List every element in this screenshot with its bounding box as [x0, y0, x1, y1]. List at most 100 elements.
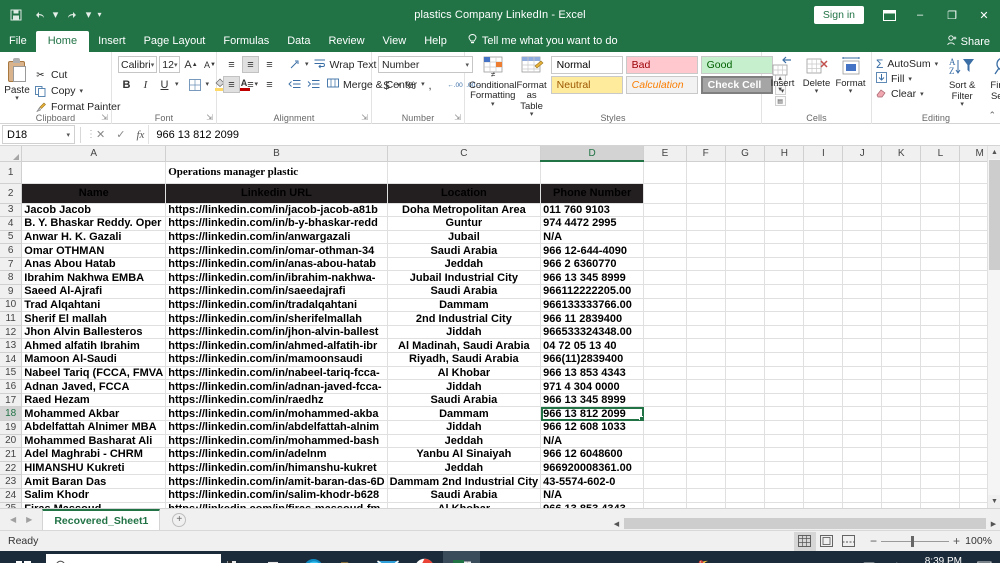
cell-j11[interactable] — [842, 311, 883, 326]
cell-k20[interactable] — [881, 434, 922, 449]
percent-format-button[interactable]: % — [403, 77, 420, 94]
cell-e23[interactable] — [643, 474, 687, 489]
cell-j2[interactable] — [842, 183, 883, 204]
cell-j20[interactable] — [842, 434, 883, 449]
cell-l1[interactable] — [920, 161, 961, 184]
cell-e11[interactable] — [643, 311, 687, 326]
cell-l3[interactable] — [920, 203, 961, 218]
confirm-edit-icon[interactable]: ✓ — [116, 128, 125, 141]
cell-h13[interactable] — [764, 338, 805, 354]
cell-j18[interactable] — [842, 406, 883, 421]
cell-b5[interactable]: https://linkedin.com/in/anwargazali — [165, 230, 388, 245]
align-center-button[interactable]: ≡ — [242, 76, 259, 93]
cell-h24[interactable] — [764, 488, 805, 503]
cell-h23[interactable] — [764, 474, 805, 489]
cell-j9[interactable] — [842, 284, 883, 299]
row-header-16[interactable]: 16 — [0, 379, 23, 394]
cell-g3[interactable] — [725, 203, 766, 218]
cell-a7[interactable]: Anas Abou Hatab — [21, 257, 167, 272]
cell-i9[interactable] — [803, 284, 844, 299]
clipboard-dialog-launcher[interactable]: ⇲ — [101, 113, 108, 122]
cell-g15[interactable] — [725, 366, 766, 381]
format-dropdown-icon[interactable]: ▾ — [849, 88, 853, 95]
cell-h10[interactable] — [764, 298, 805, 313]
cell-a11[interactable]: Sherif El mallah — [21, 311, 167, 326]
vertical-scrollbar[interactable]: ▲ ▼ — [987, 146, 1000, 508]
horizontal-scrollbar[interactable]: ◀ ▶ — [610, 517, 1000, 530]
hscroll-right-icon[interactable]: ▶ — [987, 517, 1000, 530]
redo-dropdown-icon[interactable]: ▾ — [85, 5, 92, 25]
cell-k19[interactable] — [881, 420, 922, 435]
scroll-up-icon[interactable]: ▲ — [988, 146, 1000, 159]
cell-e15[interactable] — [643, 366, 687, 381]
cell-d14[interactable]: 966(11)2839400 — [540, 352, 645, 367]
cell-i24[interactable] — [803, 488, 844, 503]
cell-k3[interactable] — [881, 203, 922, 218]
cell-g23[interactable] — [725, 474, 766, 489]
cell-k17[interactable] — [881, 393, 922, 408]
cell-j10[interactable] — [842, 298, 883, 313]
cell-k22[interactable] — [881, 461, 922, 476]
clear-button[interactable]: Clear ▾ — [876, 87, 938, 101]
cell-h4[interactable] — [764, 216, 805, 231]
row-header-1[interactable]: 1 — [0, 161, 23, 184]
sort-filter-dropdown-icon[interactable]: ▾ — [960, 101, 964, 108]
cell-f16[interactable] — [686, 379, 726, 394]
cell-b11[interactable]: https://linkedin.com/in/sherifelmallah — [165, 311, 388, 326]
row-header-8[interactable]: 8 — [0, 270, 23, 286]
cell-k14[interactable] — [881, 352, 922, 367]
cell-c23[interactable]: Dammam 2nd Industrial City — [387, 474, 542, 489]
cell-d23[interactable]: 43-5574-602-0 — [540, 474, 645, 489]
borders-dropdown-icon[interactable]: ▾ — [206, 81, 210, 88]
cell-f9[interactable] — [686, 284, 726, 299]
cell-g10[interactable] — [725, 298, 766, 313]
cell-l19[interactable] — [920, 420, 961, 435]
bold-button[interactable]: B — [118, 76, 135, 93]
cell-b21[interactable]: https://linkedin.com/in/adelnm — [165, 447, 388, 462]
col-header-b[interactable]: B — [165, 146, 388, 162]
increase-font-size-button[interactable]: A ▲ — [182, 56, 199, 73]
collapse-ribbon-icon[interactable]: ⌃ — [988, 110, 996, 121]
cell-l4[interactable] — [920, 216, 961, 231]
cell-k23[interactable] — [881, 474, 922, 489]
cell-j23[interactable] — [842, 474, 883, 489]
header-phone-number[interactable]: Phone Number — [540, 183, 645, 204]
mail-icon[interactable] — [369, 551, 406, 563]
cell-e13[interactable] — [643, 338, 687, 354]
cell-b15[interactable]: https://linkedin.com/in/nabeel-tariq-fcc… — [165, 366, 388, 381]
hscroll-left-icon[interactable]: ◀ — [610, 517, 623, 530]
cell-l8[interactable] — [920, 270, 961, 286]
cell-i1[interactable] — [803, 161, 844, 184]
cell-k18[interactable] — [881, 406, 922, 421]
cell-a8[interactable]: Ibrahim Nakhwa EMBA — [21, 270, 167, 286]
row-header-23[interactable]: 23 — [0, 474, 23, 489]
cell-b6[interactable]: https://linkedin.com/in/omar-othman-34 — [165, 243, 388, 258]
cell-b4[interactable]: https://linkedin.com/in/b-y-bhaskar-redd — [165, 216, 388, 231]
cell-f20[interactable] — [686, 434, 726, 449]
col-header-h[interactable]: H — [764, 146, 805, 162]
cell-j24[interactable] — [842, 488, 883, 503]
cell-f10[interactable] — [686, 298, 726, 313]
cell-l2[interactable] — [920, 183, 961, 204]
taskbar-clock[interactable]: 8:39 PM 11/18/2023 — [909, 556, 966, 563]
cell-i10[interactable] — [803, 298, 844, 313]
cell-i6[interactable] — [803, 243, 844, 258]
cell-b17[interactable]: https://linkedin.com/in/raedhz — [165, 393, 388, 408]
cell-i5[interactable] — [803, 230, 844, 245]
cell-k11[interactable] — [881, 311, 922, 326]
cell-a17[interactable]: Raed Hezam — [21, 393, 167, 408]
cell-h7[interactable] — [764, 257, 805, 272]
accounting-format-button[interactable]: $ — [378, 77, 395, 94]
decrease-indent-button[interactable] — [286, 76, 303, 93]
comma-format-button[interactable]: , — [422, 77, 439, 94]
cell-i4[interactable] — [803, 216, 844, 231]
cell-f23[interactable] — [686, 474, 726, 489]
cell-i15[interactable] — [803, 366, 844, 381]
cell-i18[interactable] — [803, 406, 844, 421]
row-header-17[interactable]: 17 — [0, 393, 23, 408]
cell-a22[interactable]: HIMANSHU Kukreti — [21, 461, 167, 476]
cell-e10[interactable] — [643, 298, 687, 313]
cell-i23[interactable] — [803, 474, 844, 489]
cell-a14[interactable]: Mamoon Al-Saudi — [21, 352, 167, 367]
font-dialog-launcher[interactable]: ⇲ — [206, 113, 213, 122]
